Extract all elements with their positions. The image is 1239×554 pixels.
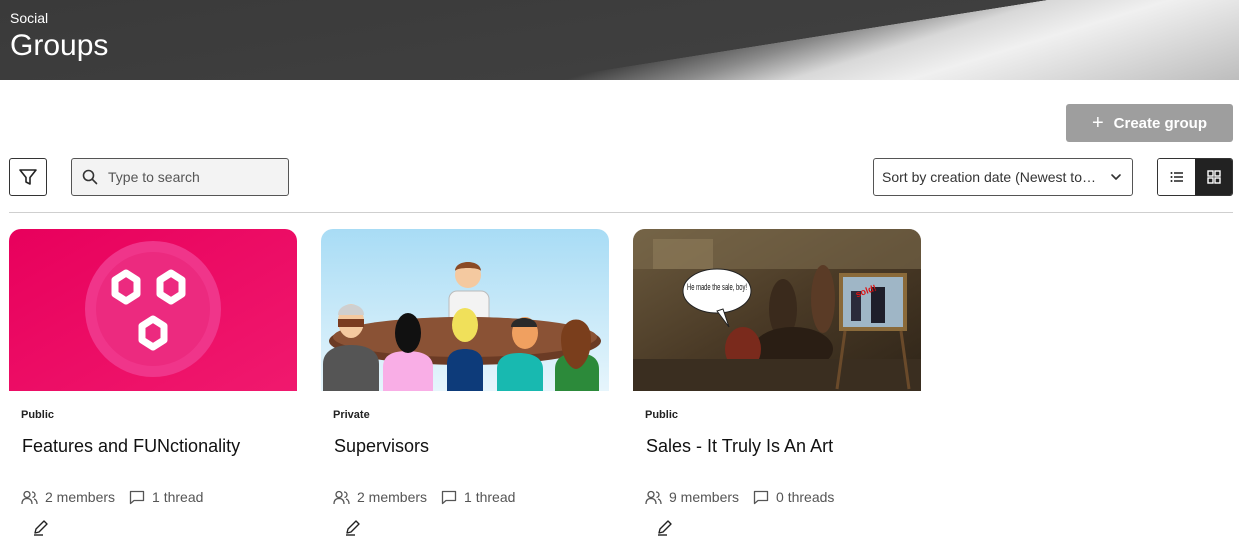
view-toggle bbox=[1157, 158, 1233, 196]
users-icon bbox=[21, 490, 38, 504]
search-input[interactable] bbox=[108, 169, 278, 185]
speech-bubble-text: He made the sale, boy! bbox=[687, 282, 747, 292]
members-text: 9 members bbox=[669, 489, 740, 505]
list-view-button[interactable] bbox=[1158, 159, 1195, 195]
edit-icon[interactable] bbox=[343, 517, 363, 537]
group-card[interactable]: Public Features and FUNctionality 2 memb… bbox=[9, 229, 297, 549]
page-title: Groups bbox=[10, 29, 109, 62]
sort-selected-value: Sort by creation date (Newest to oldest) bbox=[882, 169, 1097, 185]
group-card[interactable]: Private Supervisors 2 members 1 thread bbox=[321, 229, 609, 549]
threads-text: 1 thread bbox=[464, 489, 516, 505]
group-meta: 2 members 1 thread bbox=[333, 489, 529, 505]
edit-icon[interactable] bbox=[31, 517, 51, 537]
header-banner bbox=[0, 0, 1239, 80]
threads-count: 1 thread bbox=[441, 489, 515, 505]
users-icon bbox=[333, 490, 350, 504]
list-icon bbox=[1170, 172, 1183, 182]
grid-icon bbox=[1206, 170, 1221, 184]
group-meta: 9 members 0 threads bbox=[645, 489, 848, 505]
search-icon bbox=[82, 169, 98, 185]
chevron-down-icon bbox=[1111, 174, 1121, 180]
members-text: 2 members bbox=[45, 489, 116, 505]
members-count: 2 members bbox=[21, 489, 115, 505]
group-card[interactable]: sold! He made the sale, boy! Public Sale… bbox=[633, 229, 921, 549]
comment-icon bbox=[129, 490, 145, 504]
sales-painting: sold! He made the sale, boy! bbox=[633, 229, 921, 391]
threads-count: 1 thread bbox=[129, 489, 203, 505]
sort-select[interactable]: Sort by creation date (Newest to oldest) bbox=[873, 158, 1133, 196]
create-group-label: Create group bbox=[1113, 114, 1208, 132]
group-name[interactable]: Features and FUNctionality bbox=[22, 436, 240, 457]
comment-icon bbox=[753, 490, 769, 504]
group-image bbox=[321, 229, 609, 391]
features-hexagons-logo bbox=[9, 229, 297, 391]
page-header: Social Groups bbox=[0, 0, 1239, 80]
users-icon bbox=[645, 490, 662, 504]
filter-button[interactable] bbox=[9, 158, 47, 196]
members-text: 2 members bbox=[357, 489, 428, 505]
members-count: 9 members bbox=[645, 489, 739, 505]
comment-icon bbox=[441, 490, 457, 504]
members-count: 2 members bbox=[333, 489, 427, 505]
grid-view-button[interactable] bbox=[1195, 159, 1232, 195]
threads-text: 0 threads bbox=[776, 489, 835, 505]
threads-count: 0 threads bbox=[753, 489, 834, 505]
meeting-table-illustration bbox=[321, 229, 609, 391]
divider bbox=[9, 212, 1233, 213]
breadcrumb: Social bbox=[10, 10, 49, 26]
group-image: sold! He made the sale, boy! bbox=[633, 229, 921, 391]
group-name[interactable]: Sales - It Truly Is An Art bbox=[646, 436, 833, 457]
filter-icon bbox=[19, 169, 37, 185]
group-image bbox=[9, 229, 297, 391]
edit-icon[interactable] bbox=[655, 517, 675, 537]
group-meta: 2 members 1 thread bbox=[21, 489, 217, 505]
group-name[interactable]: Supervisors bbox=[334, 436, 429, 457]
plus-icon: + bbox=[1091, 112, 1104, 134]
visibility-label: Private bbox=[333, 409, 370, 421]
search-box[interactable] bbox=[71, 158, 289, 196]
visibility-label: Public bbox=[645, 409, 679, 421]
create-group-button[interactable]: + Create group bbox=[1066, 104, 1233, 142]
visibility-label: Public bbox=[21, 409, 55, 421]
threads-text: 1 thread bbox=[152, 489, 204, 505]
